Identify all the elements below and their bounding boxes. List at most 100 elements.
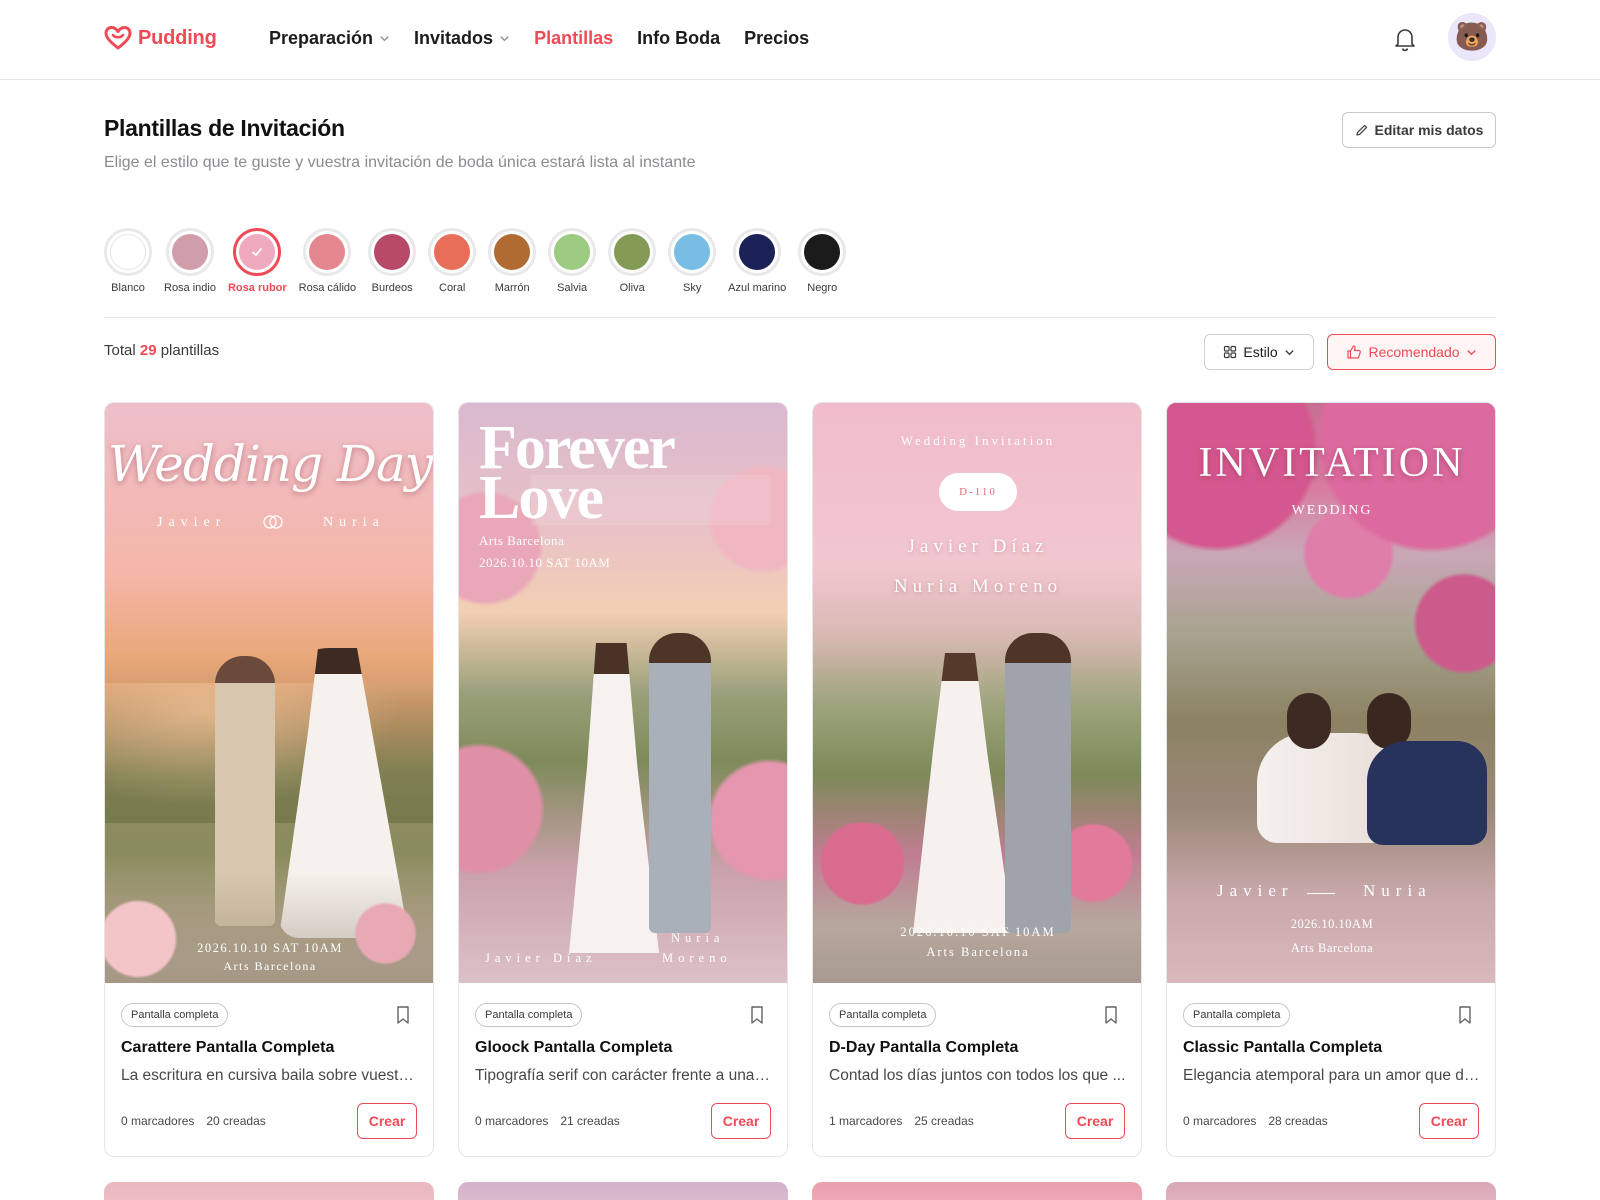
swatch-salvia[interactable]: Salvia [548, 228, 597, 294]
overlay-name-2: Nuria Moreno [893, 576, 1063, 597]
results-suffix: plantillas [160, 342, 220, 359]
overlay-date: 2026.10.10 SAT 10AM [900, 925, 1056, 939]
swatch-marron[interactable]: Marrón [488, 228, 537, 294]
bookmark-icon[interactable] [1103, 1005, 1119, 1025]
swatch-coral[interactable]: Coral [428, 228, 477, 294]
template-card[interactable]: Forever Love Arts Barcelona 2026.10.10 S… [458, 402, 788, 1157]
template-card-next-row[interactable] [1166, 1182, 1496, 1200]
countdown-pill: D-110 [939, 473, 1017, 511]
swatch-color [674, 234, 711, 270]
bookmark-count: 0 marcadores [121, 1114, 195, 1128]
template-card-next-row[interactable] [812, 1182, 1142, 1200]
swatch-rosa-indio[interactable]: Rosa indio [164, 228, 216, 294]
overlay-headline: INVITATION [1198, 440, 1466, 486]
template-card-body: Pantalla completa Classic Pantalla Compl… [1167, 983, 1495, 1156]
photo-groom [649, 633, 711, 933]
nav-item-plantillas[interactable]: Plantillas [534, 28, 613, 49]
swatch-rosa-rubor[interactable]: Rosa rubor [228, 228, 287, 294]
chevron-down-icon [500, 36, 509, 42]
swatch-ring [548, 228, 597, 276]
swatch-color [239, 234, 276, 270]
template-title: Classic Pantalla Completa [1183, 1039, 1383, 1056]
fullscreen-badge: Pantalla completa [475, 1003, 583, 1027]
swatch-burdeos[interactable]: Burdeos [368, 228, 417, 294]
main-nav: Preparación Invitados Plantillas Info Bo… [269, 28, 833, 49]
template-card[interactable]: INVITATION WEDDING Javier Nuria 2026.10.… [1166, 402, 1496, 1157]
swatch-color [434, 234, 471, 270]
swatch-ring [368, 228, 417, 276]
chevron-down-icon [1466, 349, 1476, 355]
created-count: 21 creadas [560, 1114, 620, 1128]
user-avatar[interactable]: 🐻 [1448, 13, 1496, 61]
template-preview-image: INVITATION WEDDING Javier Nuria 2026.10.… [1167, 403, 1495, 983]
swatch-rosa-calido[interactable]: Rosa cálido [299, 228, 356, 294]
template-card[interactable]: Wedding Invitation D-110 Javier Díaz Nur… [812, 402, 1142, 1157]
bookmark-icon[interactable] [749, 1005, 765, 1025]
nav-item-preparacion[interactable]: Preparación [269, 28, 390, 49]
swatch-oliva[interactable]: Oliva [608, 228, 657, 294]
swatch-sky[interactable]: Sky [668, 228, 717, 294]
overlay-headline-2: Love [479, 464, 604, 532]
swatch-ring [165, 228, 214, 276]
created-count: 25 creadas [914, 1114, 974, 1128]
swatch-ring [233, 228, 282, 276]
brand-logo[interactable]: Pudding [104, 26, 217, 50]
template-card-next-row[interactable] [458, 1182, 788, 1200]
template-stats: 1 marcadores 25 creadas [829, 1114, 974, 1128]
overlay-date: 2026.10.10AM [1290, 917, 1374, 931]
template-preview-image: Wedding Invitation D-110 Javier Díaz Nur… [813, 403, 1141, 983]
swatch-color [110, 234, 146, 270]
created-count: 20 creadas [206, 1114, 266, 1128]
swatch-ring [798, 228, 847, 276]
bookmark-count: 0 marcadores [475, 1114, 549, 1128]
chevron-down-icon [380, 36, 389, 42]
create-button[interactable]: Crear [357, 1103, 417, 1139]
results-prefix: Total [104, 342, 136, 359]
nav-item-invitados[interactable]: Invitados [414, 28, 510, 49]
template-card-body: Pantalla completa Gloock Pantalla Comple… [459, 983, 787, 1156]
photo-couple [913, 613, 1083, 933]
swatch-azul-marino[interactable]: Azul marino [728, 228, 786, 294]
swatch-ring [488, 228, 537, 276]
template-card[interactable]: Wedding Day Javier Nuria 2026.10.10 SAT … [104, 402, 434, 1157]
bookmark-icon[interactable] [1457, 1005, 1473, 1025]
created-count: 28 creadas [1268, 1114, 1328, 1128]
template-card-body: Pantalla completa Carattere Pantalla Com… [105, 983, 433, 1156]
swatch-negro[interactable]: Negro [798, 228, 847, 294]
edit-button-label: Editar mis datos [1374, 122, 1484, 138]
overlay-name-1: Javier [1217, 881, 1294, 900]
swatch-blanco[interactable]: Blanco [104, 228, 152, 294]
nav-item-precios[interactable]: Precios [744, 28, 809, 49]
overlay-venue: Arts Barcelona [1290, 941, 1374, 955]
nav-item-label: Precios [744, 28, 810, 48]
swatch-color [804, 234, 841, 270]
nav-item-info-boda[interactable]: Info Boda [637, 28, 720, 49]
top-navigation-bar: Pudding Preparación Invitados Plantillas… [0, 0, 1600, 80]
template-preview-image: Wedding Day Javier Nuria 2026.10.10 SAT … [105, 403, 433, 983]
photo-couple [569, 623, 719, 953]
name-divider [1307, 893, 1335, 894]
overlay-venue: Arts Barcelona [926, 945, 1030, 959]
sort-label: Recomendado [1368, 344, 1460, 360]
page-title: Plantillas de Invitación [104, 115, 345, 141]
template-title: Gloock Pantalla Completa [475, 1039, 673, 1056]
create-button[interactable]: Crear [1419, 1103, 1479, 1139]
sort-dropdown[interactable]: Recomendado [1327, 334, 1496, 370]
overlay-venue: Arts Barcelona [479, 533, 565, 548]
template-card-next-row[interactable] [104, 1182, 434, 1200]
swatch-label: Azul marino [728, 282, 787, 294]
chevron-down-icon [1284, 349, 1294, 355]
pencil-icon [1355, 124, 1367, 136]
swatch-label: Coral [439, 282, 466, 294]
swatch-color [171, 234, 208, 270]
create-button[interactable]: Crear [1065, 1103, 1125, 1139]
style-filter-dropdown[interactable]: Estilo [1204, 334, 1314, 370]
edit-my-data-button[interactable]: Editar mis datos [1342, 112, 1496, 148]
bookmark-icon[interactable] [395, 1005, 411, 1025]
section-divider [104, 317, 1496, 318]
photo-bride-hair [1287, 693, 1331, 749]
create-button[interactable]: Crear [711, 1103, 771, 1139]
check-icon [252, 248, 263, 256]
nav-item-label: Info Boda [637, 28, 721, 48]
bell-icon[interactable] [1390, 24, 1420, 54]
